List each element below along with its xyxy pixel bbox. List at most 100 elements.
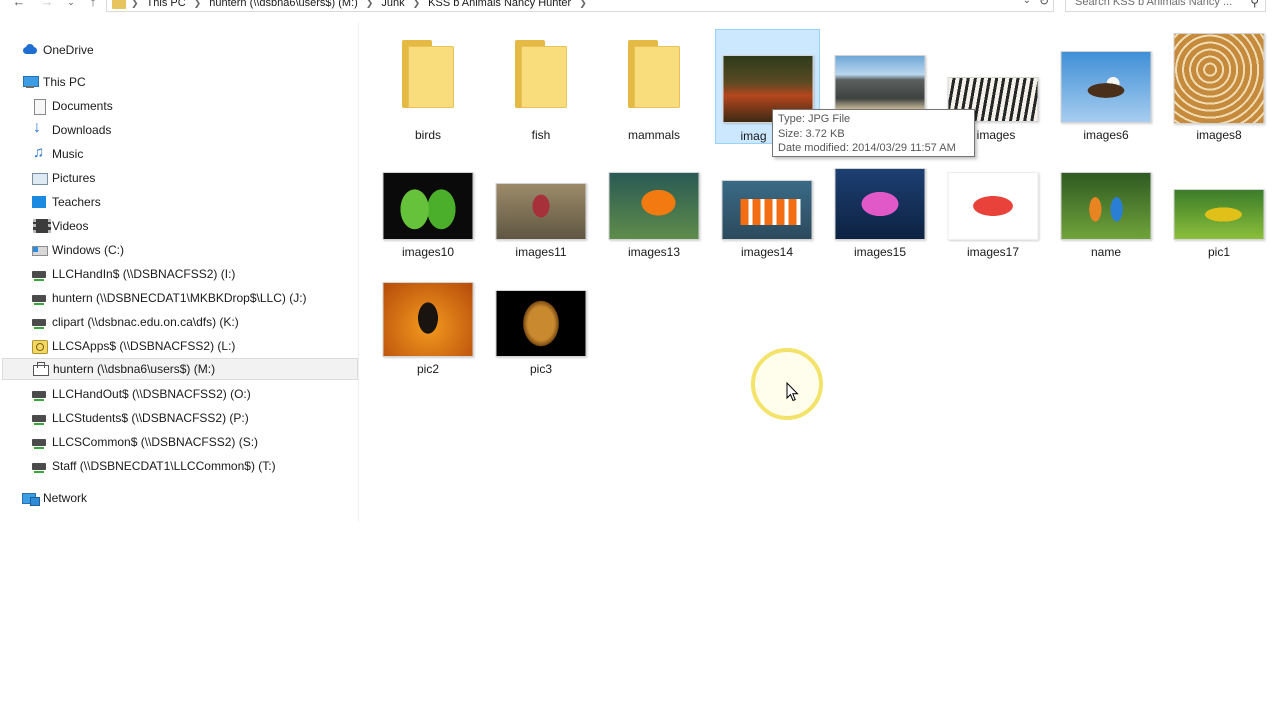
eagle-thumbnail bbox=[1060, 51, 1152, 123]
file-name: fish bbox=[531, 128, 551, 142]
address-input[interactable]: ❯ This PC ❯ huntern (\\dsbna6\users$) (M… bbox=[106, 0, 1054, 12]
pink-fish-thumbnail bbox=[834, 168, 926, 240]
nav-item-label: Music bbox=[52, 147, 84, 161]
file-tile[interactable]: images15 bbox=[827, 165, 933, 277]
file-tile[interactable]: images8 bbox=[1166, 30, 1272, 142]
mouse-pointer-icon bbox=[786, 382, 799, 402]
music-icon bbox=[31, 144, 47, 161]
downloads-icon bbox=[31, 119, 47, 137]
folder-birds[interactable]: birds bbox=[375, 30, 481, 142]
file-name: images8 bbox=[1196, 128, 1242, 142]
nav-item-onedrive[interactable]: OneDrive bbox=[22, 39, 352, 61]
folder-fish[interactable]: fish bbox=[488, 30, 594, 142]
file-tile[interactable]: images10 bbox=[375, 165, 481, 277]
file-name: images17 bbox=[966, 245, 1020, 259]
file-tile[interactable]: images17 bbox=[940, 165, 1046, 277]
tooltip-type: Type: JPG File bbox=[778, 113, 851, 125]
file-tile[interactable]: images13 bbox=[601, 165, 707, 277]
giraffes-thumbnail bbox=[1173, 33, 1265, 124]
nav-item-drive-s[interactable]: LLCSCommon$ (\\DSBNACFSS2) (S:) bbox=[31, 431, 351, 453]
nav-item-label: OneDrive bbox=[43, 43, 94, 57]
breadcrumb-current-folder[interactable]: KSS b Animals Nancy Hunter bbox=[428, 0, 571, 9]
search-input[interactable]: Search KSS b Animals Nancy ... ⚲ bbox=[1065, 0, 1266, 12]
file-name: pic2 bbox=[416, 362, 439, 376]
nav-item-windows-c[interactable]: Windows (C:) bbox=[31, 239, 351, 261]
computer-icon bbox=[22, 75, 39, 89]
file-tile[interactable]: pic2 bbox=[375, 282, 481, 394]
nav-item-label: LLCSCommon$ (\\DSBNACFSS2) (S:) bbox=[52, 435, 259, 449]
finch-thumbnail bbox=[495, 183, 587, 240]
red-fish-thumbnail bbox=[947, 172, 1039, 240]
breadcrumb-separator-icon[interactable]: ❯ bbox=[366, 0, 374, 9]
file-name: pic1 bbox=[1207, 245, 1230, 259]
back-arrow-icon[interactable]: ← bbox=[11, 0, 27, 10]
nav-item-drive-m[interactable]: huntern (\\dsbna6\users$) (M:) bbox=[2, 358, 358, 380]
nav-item-drive-i[interactable]: LLCHandIn$ (\\DSBNACFSS2) (I:) bbox=[31, 263, 351, 285]
nav-item-drive-p[interactable]: LLCStudents$ (\\DSBNACFSS2) (P:) bbox=[31, 407, 351, 429]
nav-item-downloads[interactable]: Downloads bbox=[31, 119, 351, 141]
nav-item-drive-o[interactable]: LLCHandOut$ (\\DSBNACFSS2) (O:) bbox=[31, 383, 351, 405]
forward-arrow-icon[interactable]: → bbox=[39, 0, 55, 10]
network-drive-icon bbox=[31, 291, 47, 305]
macaw-thumbnail bbox=[1173, 189, 1265, 240]
nav-item-documents[interactable]: Documents bbox=[31, 95, 351, 117]
breadcrumb-drive[interactable]: huntern (\\dsbna6\users$) (M:) bbox=[209, 0, 358, 9]
file-info-tooltip: Type: JPG File Size: 3.72 KB Date modifi… bbox=[772, 109, 975, 157]
nav-item-drive-k[interactable]: clipart (\\dsbnac.edu.on.ca\dfs) (K:) bbox=[31, 311, 351, 333]
network-drive-icon bbox=[31, 411, 47, 425]
file-name: name bbox=[1090, 245, 1122, 259]
search-icon[interactable]: ⚲ bbox=[1250, 0, 1259, 9]
lorikeets-thumbnail bbox=[1060, 172, 1152, 240]
network-drive-icon bbox=[31, 435, 47, 449]
nav-item-label: huntern (\\dsbna6\users$) (M:) bbox=[53, 362, 216, 376]
clownfish-thumbnail bbox=[721, 180, 813, 240]
breadcrumb-separator-icon[interactable]: ❯ bbox=[131, 0, 139, 9]
file-name: mammals bbox=[627, 128, 680, 142]
network-icon bbox=[22, 491, 40, 506]
file-tile[interactable]: images11 bbox=[488, 165, 594, 277]
file-tile[interactable]: images14 bbox=[714, 165, 820, 277]
navigation-pane: OneDrive This PC Documents Downloads Mus… bbox=[0, 22, 358, 720]
nav-item-label: LLCSApps$ (\\DSBNACFSS2) (L:) bbox=[52, 339, 236, 353]
file-tile[interactable]: images6 bbox=[1053, 30, 1159, 142]
nav-item-teachers[interactable]: Teachers bbox=[31, 191, 351, 213]
up-arrow-icon[interactable]: ↑ bbox=[85, 0, 101, 10]
folder-icon bbox=[112, 0, 126, 9]
folder-icon bbox=[628, 40, 680, 108]
nav-item-videos[interactable]: Videos bbox=[31, 215, 351, 237]
videos-icon bbox=[31, 219, 51, 233]
nav-item-drive-t[interactable]: Staff (\\DSBNECDAT1\LLCCommon$) (T:) bbox=[31, 455, 351, 477]
pictures-icon bbox=[31, 171, 48, 185]
nav-item-music[interactable]: Music bbox=[31, 143, 351, 165]
pane-divider[interactable] bbox=[358, 22, 359, 522]
network-drive-icon bbox=[31, 315, 47, 329]
breadcrumb-separator-icon[interactable]: ❯ bbox=[194, 0, 202, 9]
address-history-chevron-icon[interactable]: ⌄ bbox=[1023, 0, 1031, 6]
file-tile[interactable]: name bbox=[1053, 165, 1159, 277]
file-tile[interactable]: pic1 bbox=[1166, 165, 1272, 277]
network-drive-icon bbox=[31, 267, 47, 281]
nav-item-label: Documents bbox=[52, 99, 113, 113]
nav-item-drive-l[interactable]: LLCSApps$ (\\DSBNACFSS2) (L:) bbox=[31, 335, 351, 357]
nav-item-drive-j[interactable]: huntern (\\DSBNECDAT1\MKBKDrop$\LLC) (J:… bbox=[31, 287, 351, 309]
file-name: images13 bbox=[627, 245, 681, 259]
nav-item-this-pc[interactable]: This PC bbox=[22, 71, 352, 93]
breadcrumb-separator-icon[interactable]: ❯ bbox=[579, 0, 587, 9]
breadcrumb-junk[interactable]: Junk bbox=[381, 0, 404, 9]
documents-icon bbox=[31, 99, 47, 115]
network-drive-icon bbox=[31, 387, 47, 401]
nav-item-network[interactable]: Network bbox=[22, 487, 352, 509]
breadcrumb-this-pc[interactable]: This PC bbox=[147, 0, 186, 9]
mapped-drive-icon bbox=[32, 362, 49, 376]
recent-locations-chevron-icon[interactable]: ⌄ bbox=[63, 0, 79, 10]
folder-mammals[interactable]: mammals bbox=[601, 30, 707, 142]
parakeets-thumbnail bbox=[382, 172, 474, 240]
refresh-icon[interactable]: ↻ bbox=[1039, 0, 1049, 8]
nav-item-pictures[interactable]: Pictures bbox=[31, 167, 351, 189]
nav-item-label: LLCHandIn$ (\\DSBNACFSS2) (I:) bbox=[52, 267, 236, 281]
file-name: pic3 bbox=[529, 362, 552, 376]
file-tile[interactable]: pic3 bbox=[488, 282, 594, 394]
breadcrumb-separator-icon[interactable]: ❯ bbox=[413, 0, 421, 9]
nav-item-label: LLCHandOut$ (\\DSBNACFSS2) (O:) bbox=[52, 387, 251, 401]
file-name: images10 bbox=[401, 245, 455, 259]
